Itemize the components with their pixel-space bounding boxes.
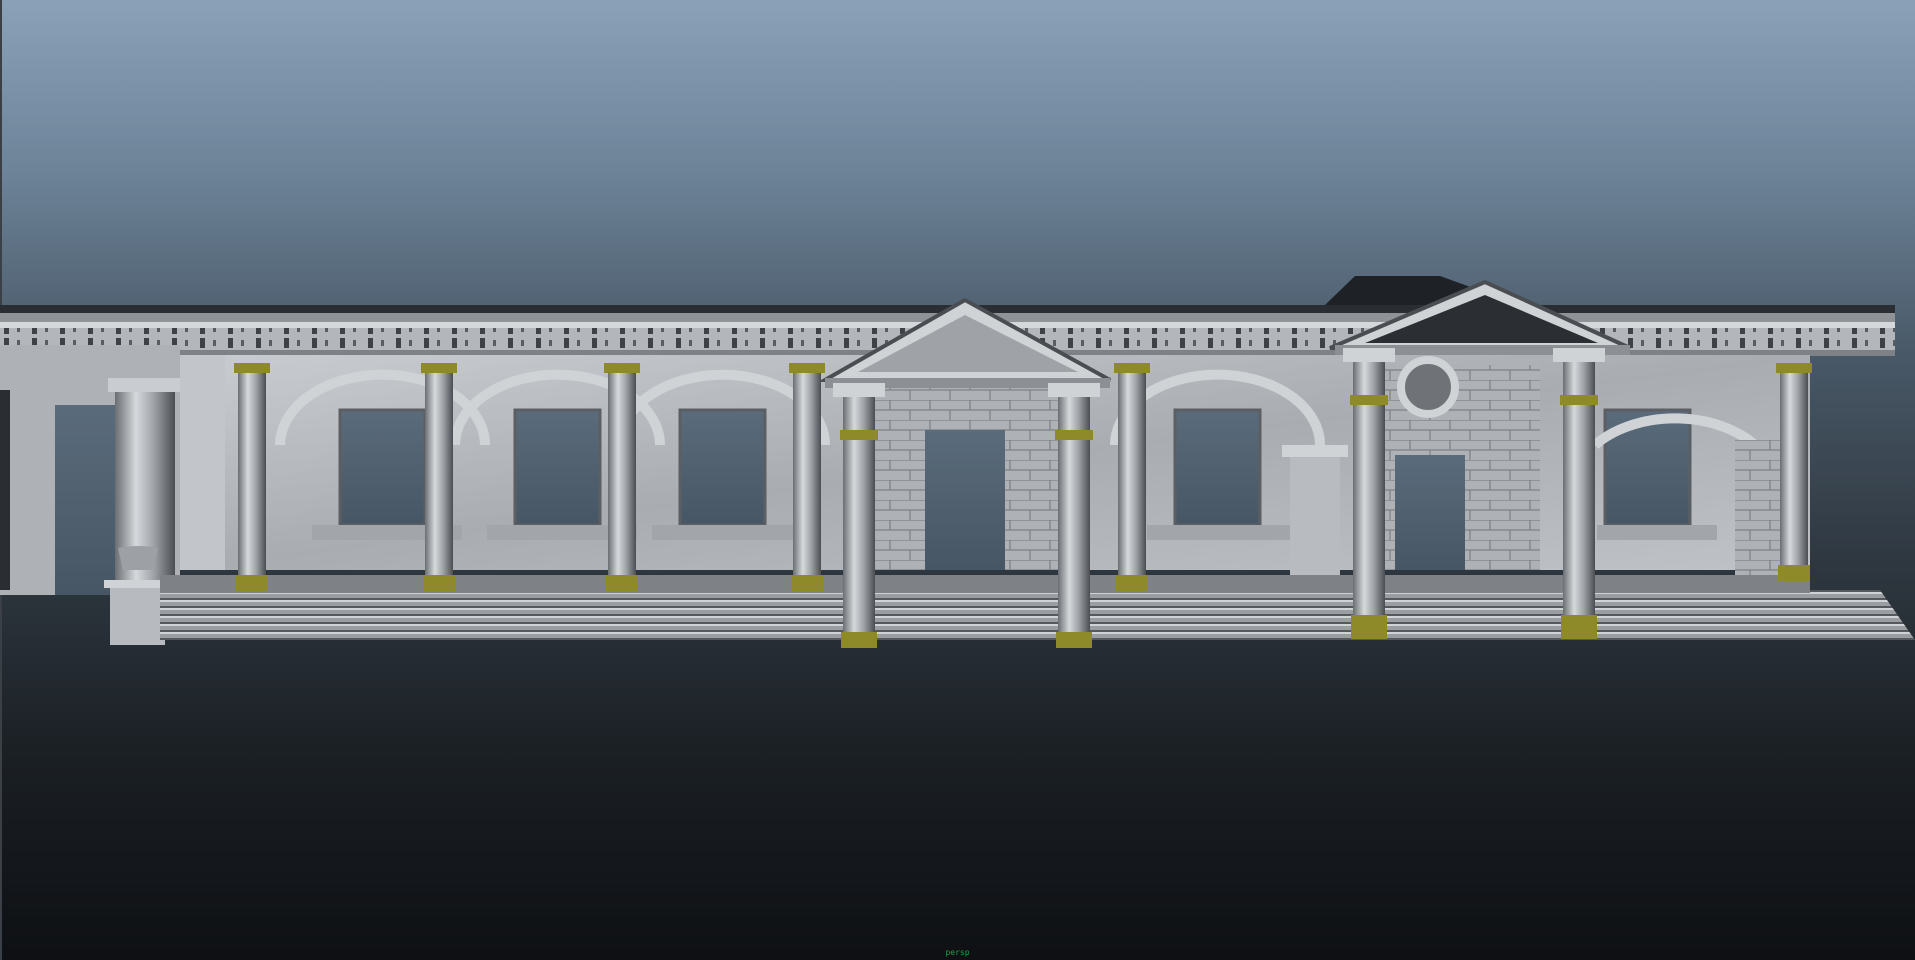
camera-name-label: persp xyxy=(945,948,970,957)
maya-viewport[interactable]: persp xyxy=(0,0,1915,960)
scene-render xyxy=(0,276,1915,648)
